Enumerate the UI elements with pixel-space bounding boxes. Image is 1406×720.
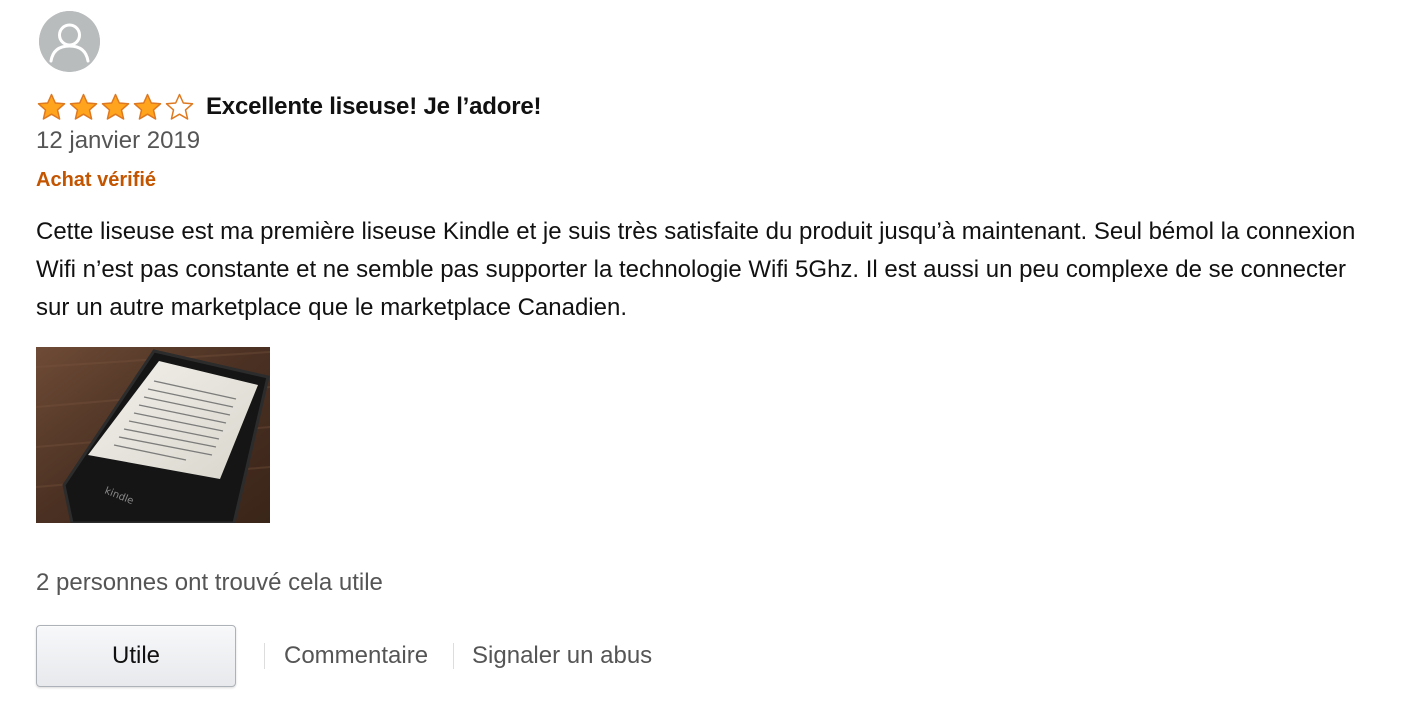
- star-filled-icon: [132, 92, 163, 123]
- star-filled-icon: [68, 92, 99, 123]
- kindle-photo-image: kindle: [36, 347, 270, 523]
- review-actions: Utile Commentaire Signaler un abus: [36, 625, 652, 687]
- helpful-button[interactable]: Utile: [36, 625, 236, 687]
- comment-link[interactable]: Commentaire: [284, 642, 428, 670]
- divider: [453, 643, 455, 669]
- rating-row: Excellente liseuse! Je l’adore!: [36, 89, 541, 125]
- user-silhouette-icon: [39, 11, 100, 72]
- divider: [264, 643, 265, 669]
- review-body: Cette liseuse est ma première liseuse Ki…: [36, 218, 1356, 321]
- review-photo[interactable]: kindle: [36, 347, 270, 523]
- star-rating[interactable]: [36, 92, 196, 123]
- star-filled-icon: [36, 92, 67, 123]
- review-title[interactable]: Excellente liseuse! Je l’adore!: [206, 93, 541, 121]
- star-filled-icon: [100, 92, 131, 123]
- review-date: 12 janvier 2019: [36, 127, 201, 154]
- helpful-count: 2 personnes ont trouvé cela utile: [36, 569, 383, 596]
- star-empty-icon: [164, 92, 195, 123]
- verified-purchase-badge[interactable]: Achat vérifié: [36, 169, 156, 192]
- avatar: [39, 11, 100, 72]
- report-abuse-link[interactable]: Signaler un abus: [472, 642, 652, 670]
